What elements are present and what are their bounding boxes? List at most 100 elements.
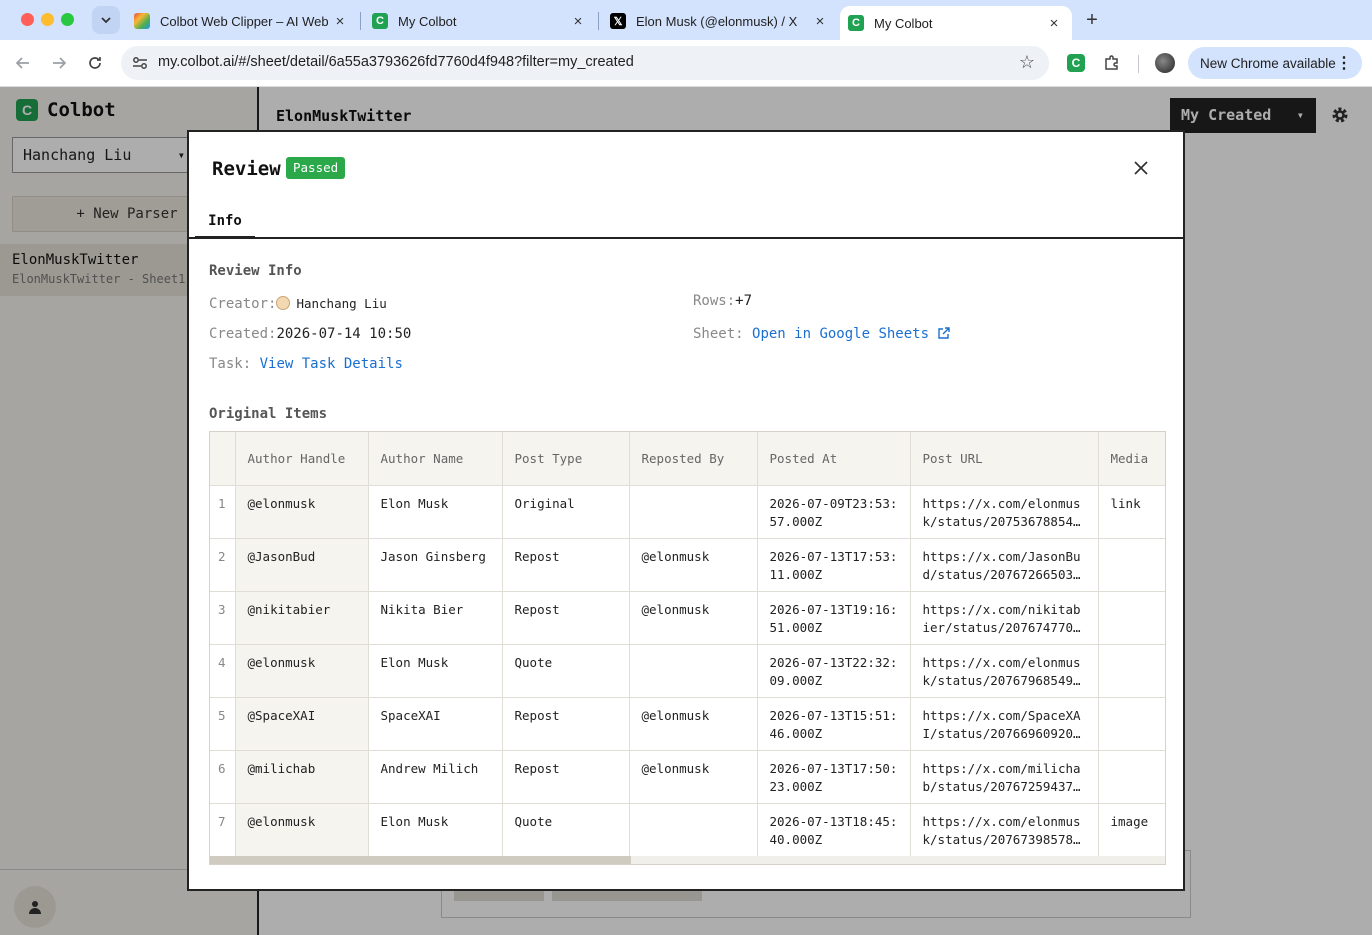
table-cell[interactable]: @elonmusk: [629, 538, 758, 592]
table-cell[interactable]: @elonmusk: [235, 644, 369, 698]
table-cell[interactable]: https://x.com/JasonBud/status/2076726650…: [910, 538, 1099, 592]
cell-text: @nikitabier: [247, 601, 331, 617]
scrollbar-thumb[interactable]: [210, 856, 631, 864]
colbot-extension-button[interactable]: C: [1066, 53, 1086, 73]
table-cell[interactable]: Repost: [502, 697, 630, 751]
open-google-sheets-link[interactable]: Open in Google Sheets: [752, 326, 950, 342]
horizontal-scrollbar[interactable]: [210, 856, 1165, 864]
window-close-button[interactable]: [21, 13, 34, 26]
table-cell[interactable]: 2026-07-13T19:16:51.000Z: [757, 591, 911, 645]
table-cell[interactable]: Andrew Milich: [368, 750, 503, 804]
site-settings-icon[interactable]: [131, 54, 149, 72]
view-task-details-link[interactable]: View Task Details: [260, 356, 403, 372]
table-cell[interactable]: https://x.com/SpaceXAI/status/2076696092…: [910, 697, 1099, 751]
browser-tab-elon-x[interactable]: 𝕏 Elon Musk (@elonmusk) / X ×: [610, 6, 828, 36]
tab-info[interactable]: Info: [195, 204, 255, 239]
table-cell[interactable]: https://x.com/milichab/status/2076725943…: [910, 750, 1099, 804]
browser-tab-my-colbot-1[interactable]: C My Colbot ×: [372, 6, 586, 36]
table-cell[interactable]: [1098, 750, 1165, 804]
profile-avatar-icon: [1155, 53, 1175, 73]
table-cell[interactable]: Elon Musk: [368, 803, 503, 857]
column-header[interactable]: Post URL: [910, 432, 1099, 486]
table-cell[interactable]: 2026-07-13T18:45:40.000Z: [757, 803, 911, 857]
table-cell[interactable]: SpaceXAI: [368, 697, 503, 751]
table-cell[interactable]: 2026-07-13T15:51:46.000Z: [757, 697, 911, 751]
table-cell[interactable]: [1098, 697, 1165, 751]
reload-button[interactable]: [84, 52, 106, 74]
extensions-button[interactable]: [1102, 53, 1122, 73]
table-cell[interactable]: [629, 485, 758, 539]
new-tab-button[interactable]: +: [1082, 9, 1102, 32]
column-header[interactable]: Post Type: [502, 432, 630, 486]
forward-button[interactable]: [48, 52, 70, 74]
row-index: 4: [210, 644, 236, 698]
table-cell[interactable]: 2026-07-13T22:32:09.000Z: [757, 644, 911, 698]
tab-close-icon[interactable]: ×: [1046, 15, 1062, 32]
table-cell[interactable]: https://x.com/elonmusk/status/2076739857…: [910, 803, 1099, 857]
tab-close-icon[interactable]: ×: [812, 13, 828, 30]
table-cell[interactable]: Repost: [502, 538, 630, 592]
window-minimize-button[interactable]: [41, 13, 54, 26]
table-cell[interactable]: [1098, 644, 1165, 698]
table-row[interactable]: 3 @nikitabier Nikita Bier Repost @elonmusk 20…: [210, 591, 1165, 645]
table-cell[interactable]: Original: [502, 485, 630, 539]
table-cell[interactable]: @JasonBud: [235, 538, 369, 592]
table-cell[interactable]: https://x.com/elonmusk/status/2076796854…: [910, 644, 1099, 698]
table-row[interactable]: 4 @elonmusk Elon Musk Quote 2026-07-13T22:32…: [210, 644, 1165, 698]
table-cell[interactable]: @elonmusk: [629, 750, 758, 804]
tab-search-button[interactable]: [92, 6, 120, 34]
profile-button[interactable]: [1155, 53, 1175, 73]
table-cell[interactable]: @SpaceXAI: [235, 697, 369, 751]
table-cell[interactable]: Elon Musk: [368, 485, 503, 539]
table-row[interactable]: 7 @elonmusk Elon Musk Quote 2026-07-13T18:45…: [210, 803, 1165, 857]
table-cell[interactable]: @elonmusk: [235, 803, 369, 857]
table-cell[interactable]: @elonmusk: [629, 697, 758, 751]
tab-close-icon[interactable]: ×: [570, 13, 586, 30]
colbot-logo-icon: C: [372, 13, 388, 29]
table-cell[interactable]: [629, 803, 758, 857]
table-cell[interactable]: [1098, 538, 1165, 592]
table-cell[interactable]: [629, 644, 758, 698]
more-vert-icon[interactable]: ⋮: [1336, 53, 1352, 73]
window-zoom-button[interactable]: [61, 13, 74, 26]
table-cell[interactable]: @elonmusk: [629, 591, 758, 645]
column-header[interactable]: Media: [1098, 432, 1165, 486]
chrome-update-button[interactable]: New Chrome available ⋮: [1188, 47, 1362, 79]
table-cell[interactable]: Jason Ginsberg: [368, 538, 503, 592]
address-bar[interactable]: my.colbot.ai/#/sheet/detail/6a55a3793626…: [121, 46, 1049, 80]
table-row[interactable]: 2 @JasonBud Jason Ginsberg Repost @elonmusk 2…: [210, 538, 1165, 592]
table-cell[interactable]: Repost: [502, 750, 630, 804]
table-cell[interactable]: @elonmusk: [235, 485, 369, 539]
table-cell[interactable]: image: [1098, 803, 1165, 857]
table-cell[interactable]: Quote: [502, 644, 630, 698]
column-header[interactable]: Posted At: [757, 432, 911, 486]
rows-field: Rows:+7: [693, 293, 752, 309]
column-header[interactable]: Author Name: [368, 432, 503, 486]
table-cell[interactable]: 2026-07-13T17:50:23.000Z: [757, 750, 911, 804]
table-cell[interactable]: @nikitabier: [235, 591, 369, 645]
column-header[interactable]: Reposted By: [629, 432, 758, 486]
tab-close-icon[interactable]: ×: [332, 13, 348, 30]
close-icon[interactable]: [1131, 158, 1151, 178]
sheet-field: Sheet: Open in Google Sheets: [693, 326, 950, 342]
table-cell[interactable]: https://x.com/nikitabier/status/20767477…: [910, 591, 1099, 645]
table-cell[interactable]: Quote: [502, 803, 630, 857]
table-cell[interactable]: https://x.com/elonmusk/status/2075367885…: [910, 485, 1099, 539]
table-cell[interactable]: @milichab: [235, 750, 369, 804]
table-row[interactable]: 1 @elonmusk Elon Musk Original 2026-07-09T23…: [210, 485, 1165, 539]
column-header[interactable]: Author Handle: [235, 432, 369, 486]
table-row[interactable]: 5 @SpaceXAI SpaceXAI Repost @elonmusk 2026-07…: [210, 697, 1165, 751]
table-cell[interactable]: Nikita Bier: [368, 591, 503, 645]
table-cell[interactable]: Elon Musk: [368, 644, 503, 698]
cell-text: 3: [218, 601, 226, 617]
table-cell[interactable]: 2026-07-09T23:53:57.000Z: [757, 485, 911, 539]
browser-tab-my-colbot-active[interactable]: C My Colbot ×: [840, 6, 1072, 40]
back-button[interactable]: [12, 52, 34, 74]
table-cell[interactable]: Repost: [502, 591, 630, 645]
bookmark-star-icon[interactable]: ☆: [1019, 52, 1035, 73]
table-cell[interactable]: [1098, 591, 1165, 645]
browser-tab-web-clipper[interactable]: Colbot Web Clipper – AI Web ×: [134, 6, 348, 36]
table-cell[interactable]: 2026-07-13T17:53:11.000Z: [757, 538, 911, 592]
table-cell[interactable]: link: [1098, 485, 1165, 539]
table-row[interactable]: 6 @milichab Andrew Milich Repost @elonmusk 20…: [210, 750, 1165, 804]
